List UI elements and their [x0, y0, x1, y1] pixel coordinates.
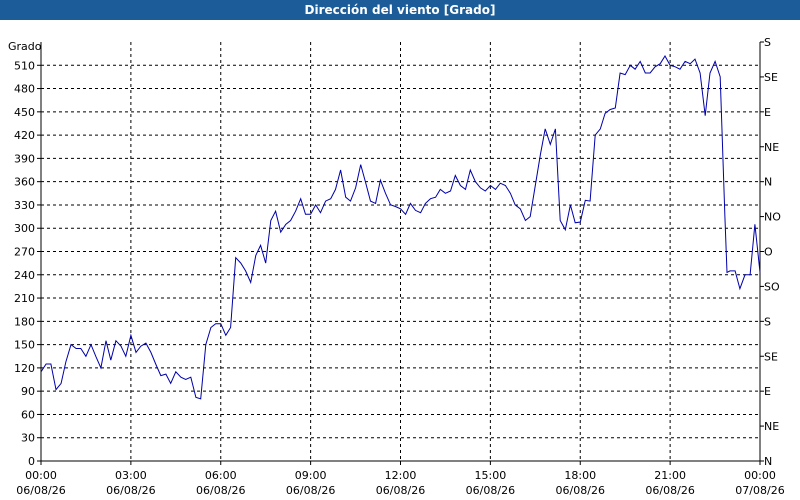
x-tick-date: 06/08/26: [16, 484, 65, 497]
y-tick-label: 300: [14, 222, 35, 235]
y-tick-label: 330: [14, 199, 35, 212]
direction-tick-label: E: [764, 385, 771, 398]
x-tick-time: 12:00: [385, 469, 417, 482]
x-tick-time: 06:00: [205, 469, 237, 482]
y-tick-label: 210: [14, 292, 35, 305]
x-tick-date: 06/08/26: [196, 484, 245, 497]
y-tick-label: 510: [14, 59, 35, 72]
x-tick-date: 06/08/26: [106, 484, 155, 497]
grid: [41, 42, 760, 461]
series-group: [40, 55, 761, 400]
y-tick-label: 450: [14, 106, 35, 119]
y-tick-label: 270: [14, 246, 35, 259]
x-tick-date: 06/08/26: [466, 484, 515, 497]
y-tick-label: 30: [21, 432, 35, 445]
y-tick-label: 60: [21, 408, 35, 421]
direction-tick-label: N: [764, 455, 772, 468]
series-line: [40, 55, 761, 400]
direction-tick-label: S: [764, 315, 771, 328]
x-tick-date: 07/08/26: [735, 484, 784, 497]
x-tick-time: 21:00: [654, 469, 686, 482]
y-tick-label: 420: [14, 129, 35, 142]
x-tick-date: 06/08/26: [286, 484, 335, 497]
x-tick-time: 15:00: [475, 469, 507, 482]
y-tick-label: 180: [14, 315, 35, 328]
x-tick-date: 06/08/26: [645, 484, 694, 497]
x-tick-time: 09:00: [295, 469, 327, 482]
x-tick-date: 06/08/26: [556, 484, 605, 497]
direction-tick-label: N: [764, 176, 772, 189]
direction-tick-label: S: [764, 36, 771, 49]
direction-tick-label: NE: [764, 420, 779, 433]
direction-tick-label: NE: [764, 141, 779, 154]
y-tick-label: 360: [14, 176, 35, 189]
direction-tick-label: SO: [764, 280, 780, 293]
direction-tick-label: SE: [764, 71, 778, 84]
x-tick-time: 00:00: [25, 469, 57, 482]
direction-tick-labels: N NE E SE S SO O NO N NE E SE S: [764, 36, 781, 468]
y-tick-label: 480: [14, 83, 35, 96]
direction-tick-label: E: [764, 106, 771, 119]
y-tick-label: 150: [14, 339, 35, 352]
x-tick-labels: 00:00 06/08/26 03:00 06/08/26 06:00 06/08/26 0…: [16, 469, 784, 497]
y-tick-label: 390: [14, 152, 35, 165]
y-tick-label: 240: [14, 269, 35, 282]
direction-tick-label: NO: [764, 211, 781, 224]
y-tick-label: 90: [21, 385, 35, 398]
y-tick-label: 120: [14, 362, 35, 375]
y-axis-label: Grado: [8, 40, 42, 53]
x-tick-time: 03:00: [115, 469, 147, 482]
x-tick-time: 00:00: [744, 469, 776, 482]
x-tick-date: 06/08/26: [376, 484, 425, 497]
y-tick-label: 0: [28, 455, 35, 468]
x-tick-time: 18:00: [564, 469, 596, 482]
direction-tick-label: SE: [764, 350, 778, 363]
direction-tick-label: O: [764, 246, 773, 259]
wind-direction-chart: Grado 0 30 60 90 120 150 180 210 240 270 300 330 360…: [8, 36, 785, 497]
y-tick-labels: 0 30 60 90 120 150 180 210 240 270 300 330 360 390 420…: [14, 59, 35, 468]
